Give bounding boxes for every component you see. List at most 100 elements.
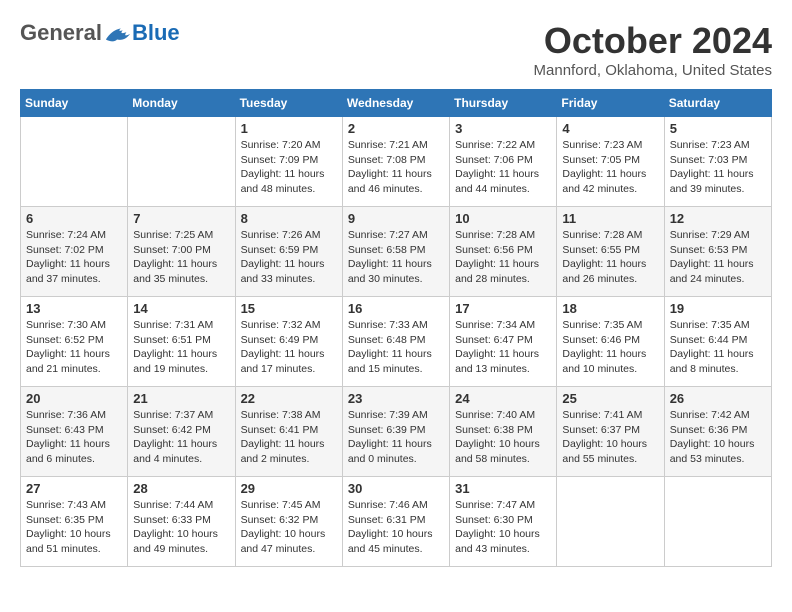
- day-info: Sunrise: 7:45 AM Sunset: 6:32 PM Dayligh…: [241, 498, 337, 557]
- table-row: 8 Sunrise: 7:26 AM Sunset: 6:59 PM Daylig…: [235, 207, 342, 297]
- day-info: Sunrise: 7:31 AM Sunset: 6:51 PM Dayligh…: [133, 318, 229, 377]
- day-info: Sunrise: 7:47 AM Sunset: 6:30 PM Dayligh…: [455, 498, 551, 557]
- day-info: Sunrise: 7:33 AM Sunset: 6:48 PM Dayligh…: [348, 318, 444, 377]
- day-number: 8: [241, 211, 337, 226]
- day-number: 5: [670, 121, 766, 136]
- day-info: Sunrise: 7:28 AM Sunset: 6:56 PM Dayligh…: [455, 228, 551, 287]
- logo-general: General: [20, 20, 102, 46]
- day-number: 3: [455, 121, 551, 136]
- day-info: Sunrise: 7:40 AM Sunset: 6:38 PM Dayligh…: [455, 408, 551, 467]
- table-row: 1 Sunrise: 7:20 AM Sunset: 7:09 PM Daylig…: [235, 117, 342, 207]
- day-info: Sunrise: 7:25 AM Sunset: 7:00 PM Dayligh…: [133, 228, 229, 287]
- calendar-week-row: 1 Sunrise: 7:20 AM Sunset: 7:09 PM Daylig…: [21, 117, 772, 207]
- day-info: Sunrise: 7:43 AM Sunset: 6:35 PM Dayligh…: [26, 498, 122, 557]
- day-number: 25: [562, 391, 658, 406]
- day-info: Sunrise: 7:39 AM Sunset: 6:39 PM Dayligh…: [348, 408, 444, 467]
- title-block: October 2024 Mannford, Oklahoma, United …: [534, 20, 772, 79]
- day-number: 6: [26, 211, 122, 226]
- table-row: 25 Sunrise: 7:41 AM Sunset: 6:37 PM Dayli…: [557, 387, 664, 477]
- day-number: 18: [562, 301, 658, 316]
- logo-bird-icon: [104, 22, 132, 44]
- table-row: 3 Sunrise: 7:22 AM Sunset: 7:06 PM Daylig…: [450, 117, 557, 207]
- table-row: 23 Sunrise: 7:39 AM Sunset: 6:39 PM Dayli…: [342, 387, 449, 477]
- col-thursday: Thursday: [450, 90, 557, 117]
- day-info: Sunrise: 7:41 AM Sunset: 6:37 PM Dayligh…: [562, 408, 658, 467]
- table-row: 28 Sunrise: 7:44 AM Sunset: 6:33 PM Dayli…: [128, 477, 235, 567]
- table-row: 6 Sunrise: 7:24 AM Sunset: 7:02 PM Daylig…: [21, 207, 128, 297]
- table-row: [664, 477, 771, 567]
- logo: General Blue: [20, 20, 180, 46]
- table-row: 21 Sunrise: 7:37 AM Sunset: 6:42 PM Dayli…: [128, 387, 235, 477]
- table-row: [21, 117, 128, 207]
- table-row: 26 Sunrise: 7:42 AM Sunset: 6:36 PM Dayli…: [664, 387, 771, 477]
- day-number: 29: [241, 481, 337, 496]
- day-info: Sunrise: 7:26 AM Sunset: 6:59 PM Dayligh…: [241, 228, 337, 287]
- table-row: [128, 117, 235, 207]
- day-number: 9: [348, 211, 444, 226]
- day-number: 2: [348, 121, 444, 136]
- day-number: 1: [241, 121, 337, 136]
- day-info: Sunrise: 7:44 AM Sunset: 6:33 PM Dayligh…: [133, 498, 229, 557]
- day-number: 23: [348, 391, 444, 406]
- day-info: Sunrise: 7:23 AM Sunset: 7:03 PM Dayligh…: [670, 138, 766, 197]
- day-info: Sunrise: 7:28 AM Sunset: 6:55 PM Dayligh…: [562, 228, 658, 287]
- day-info: Sunrise: 7:36 AM Sunset: 6:43 PM Dayligh…: [26, 408, 122, 467]
- table-row: 20 Sunrise: 7:36 AM Sunset: 6:43 PM Dayli…: [21, 387, 128, 477]
- day-number: 21: [133, 391, 229, 406]
- table-row: 17 Sunrise: 7:34 AM Sunset: 6:47 PM Dayli…: [450, 297, 557, 387]
- day-number: 31: [455, 481, 551, 496]
- day-number: 28: [133, 481, 229, 496]
- day-info: Sunrise: 7:23 AM Sunset: 7:05 PM Dayligh…: [562, 138, 658, 197]
- table-row: 12Sunrise: 7:29 AM Sunset: 6:53 PM Dayli…: [664, 207, 771, 297]
- day-info: Sunrise: 7:42 AM Sunset: 6:36 PM Dayligh…: [670, 408, 766, 467]
- calendar-week-row: 13 Sunrise: 7:30 AM Sunset: 6:52 PM Dayli…: [21, 297, 772, 387]
- day-number: 16: [348, 301, 444, 316]
- day-number: 20: [26, 391, 122, 406]
- col-monday: Monday: [128, 90, 235, 117]
- table-row: 11 Sunrise: 7:28 AM Sunset: 6:55 PM Dayli…: [557, 207, 664, 297]
- col-friday: Friday: [557, 90, 664, 117]
- table-row: 13 Sunrise: 7:30 AM Sunset: 6:52 PM Dayli…: [21, 297, 128, 387]
- table-row: 2Sunrise: 7:21 AM Sunset: 7:08 PM Daylig…: [342, 117, 449, 207]
- day-number: 26: [670, 391, 766, 406]
- day-info: Sunrise: 7:27 AM Sunset: 6:58 PM Dayligh…: [348, 228, 444, 287]
- calendar-week-row: 27 Sunrise: 7:43 AM Sunset: 6:35 PM Dayli…: [21, 477, 772, 567]
- day-number: 10: [455, 211, 551, 226]
- table-row: 29 Sunrise: 7:45 AM Sunset: 6:32 PM Dayli…: [235, 477, 342, 567]
- day-number: 19: [670, 301, 766, 316]
- calendar-header-row: Sunday Monday Tuesday Wednesday Thursday…: [21, 90, 772, 117]
- day-number: 30: [348, 481, 444, 496]
- table-row: 15 Sunrise: 7:32 AM Sunset: 6:49 PM Dayli…: [235, 297, 342, 387]
- col-saturday: Saturday: [664, 90, 771, 117]
- day-number: 11: [562, 211, 658, 226]
- day-number: 4: [562, 121, 658, 136]
- table-row: 9 Sunrise: 7:27 AM Sunset: 6:58 PM Daylig…: [342, 207, 449, 297]
- table-row: 24 Sunrise: 7:40 AM Sunset: 6:38 PM Dayli…: [450, 387, 557, 477]
- day-info: Sunrise: 7:34 AM Sunset: 6:47 PM Dayligh…: [455, 318, 551, 377]
- location: Mannford, Oklahoma, United States: [534, 62, 772, 79]
- day-number: 17: [455, 301, 551, 316]
- day-number: 14: [133, 301, 229, 316]
- day-info: Sunrise: 7:22 AM Sunset: 7:06 PM Dayligh…: [455, 138, 551, 197]
- page-header: General Blue October 2024 Mannford, Okla…: [20, 20, 772, 79]
- day-info: Sunrise: 7:32 AM Sunset: 6:49 PM Dayligh…: [241, 318, 337, 377]
- table-row: 5 Sunrise: 7:23 AM Sunset: 7:03 PM Daylig…: [664, 117, 771, 207]
- col-tuesday: Tuesday: [235, 90, 342, 117]
- table-row: 16 Sunrise: 7:33 AM Sunset: 6:48 PM Dayli…: [342, 297, 449, 387]
- day-info: Sunrise: 7:24 AM Sunset: 7:02 PM Dayligh…: [26, 228, 122, 287]
- day-info: Sunrise: 7:20 AM Sunset: 7:09 PM Dayligh…: [241, 138, 337, 197]
- table-row: 22Sunrise: 7:38 AM Sunset: 6:41 PM Dayli…: [235, 387, 342, 477]
- day-info: Sunrise: 7:35 AM Sunset: 6:44 PM Dayligh…: [670, 318, 766, 377]
- day-number: 13: [26, 301, 122, 316]
- table-row: 18Sunrise: 7:35 AM Sunset: 6:46 PM Dayli…: [557, 297, 664, 387]
- day-info: Sunrise: 7:37 AM Sunset: 6:42 PM Dayligh…: [133, 408, 229, 467]
- day-number: 24: [455, 391, 551, 406]
- day-info: Sunrise: 7:38 AM Sunset: 6:41 PM Dayligh…: [241, 408, 337, 467]
- day-info: Sunrise: 7:46 AM Sunset: 6:31 PM Dayligh…: [348, 498, 444, 557]
- table-row: 4 Sunrise: 7:23 AM Sunset: 7:05 PM Daylig…: [557, 117, 664, 207]
- day-number: 7: [133, 211, 229, 226]
- day-number: 15: [241, 301, 337, 316]
- table-row: 10 Sunrise: 7:28 AM Sunset: 6:56 PM Dayli…: [450, 207, 557, 297]
- day-info: Sunrise: 7:30 AM Sunset: 6:52 PM Dayligh…: [26, 318, 122, 377]
- day-number: 27: [26, 481, 122, 496]
